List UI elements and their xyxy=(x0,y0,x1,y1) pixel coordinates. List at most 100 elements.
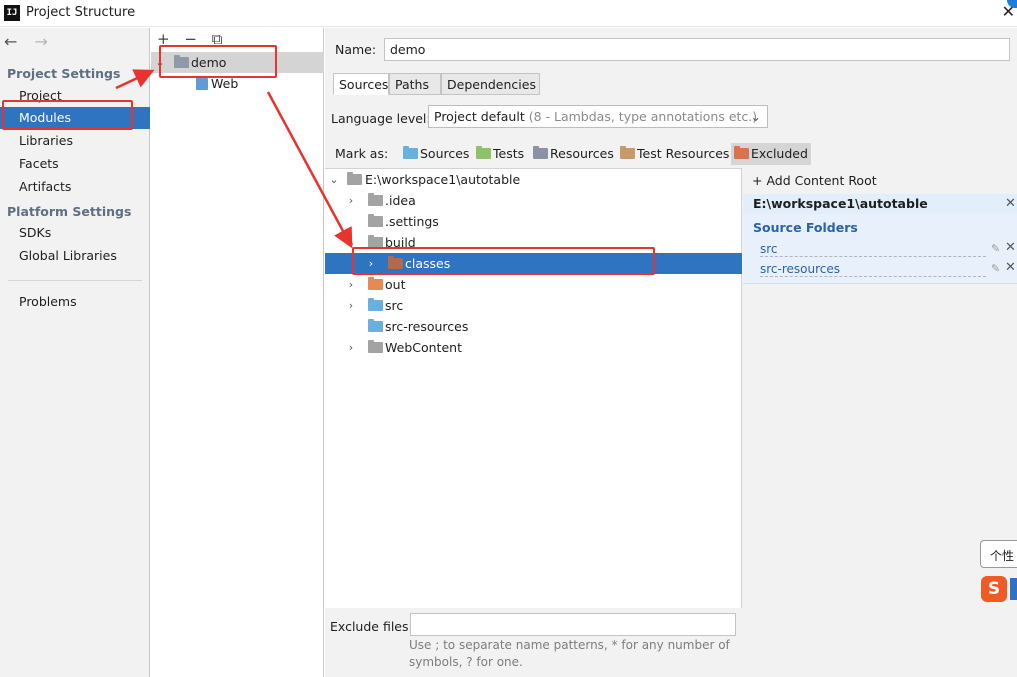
module-settings-panel: Name: demo Sources Paths Dependencies La… xyxy=(325,28,1017,677)
add-module-button[interactable]: + xyxy=(157,30,170,48)
mark-test-resources-button[interactable]: Test Resources xyxy=(617,143,732,165)
mark-tests-label: Tests xyxy=(493,146,525,161)
language-level-label: Language level: xyxy=(331,111,431,126)
tree-row-idea[interactable]: › .idea xyxy=(325,190,742,211)
sources-folder-icon xyxy=(368,298,383,311)
language-level-value: Project default xyxy=(434,109,525,124)
tab-sources[interactable]: Sources xyxy=(333,73,389,95)
back-arrow-icon[interactable]: ← xyxy=(4,32,17,51)
add-content-root-button[interactable]: + Add Content Root xyxy=(752,173,877,188)
mark-tests-button[interactable]: Tests xyxy=(473,143,527,165)
remove-module-button[interactable]: − xyxy=(184,30,197,48)
source-folder-item[interactable]: src-resources xyxy=(760,261,986,277)
excluded-folder-icon xyxy=(368,277,383,290)
tree-label: .settings xyxy=(385,214,439,229)
content-roots-panel: + Add Content Root E:\workspace1\autotab… xyxy=(743,168,1017,608)
folder-icon xyxy=(368,340,383,353)
ime-tooltip: 个性 xyxy=(980,540,1017,568)
chevron-right-icon[interactable]: › xyxy=(345,274,357,295)
mark-excluded-button[interactable]: Excluded xyxy=(731,143,811,165)
tree-row-out[interactable]: › out xyxy=(325,274,742,295)
sidebar-item-global-libraries[interactable]: Global Libraries xyxy=(0,245,150,267)
chevron-right-icon[interactable]: › xyxy=(365,253,377,274)
forward-arrow-icon[interactable]: → xyxy=(35,32,48,51)
content-root-path: E:\workspace1\autotable xyxy=(743,194,1017,214)
tree-row-src[interactable]: › src xyxy=(325,295,742,316)
tree-row-src-resources[interactable]: src-resources xyxy=(325,316,742,337)
mark-sources-button[interactable]: Sources xyxy=(400,143,472,165)
sogou-ime-logo-icon[interactable]: S xyxy=(981,576,1007,602)
mark-sources-label: Sources xyxy=(420,146,470,161)
chevron-down-icon: ⌄ xyxy=(750,109,761,124)
tree-label: out xyxy=(385,277,406,292)
source-folders-title: Source Folders xyxy=(753,220,858,235)
tab-paths[interactable]: Paths xyxy=(389,73,441,95)
folder-icon xyxy=(368,235,383,248)
remove-source-folder-icon[interactable]: ✕ xyxy=(1005,260,1016,275)
tree-label: build xyxy=(385,235,416,250)
facet-item-web[interactable]: Web xyxy=(151,73,324,94)
source-folder-item[interactable]: src xyxy=(760,241,986,257)
tree-row-webcontent[interactable]: › WebContent xyxy=(325,337,742,358)
mark-resources-button[interactable]: Resources xyxy=(530,143,617,165)
module-name-input[interactable]: demo xyxy=(384,38,1010,61)
module-item-demo[interactable]: ⌄ demo xyxy=(151,52,324,73)
sidebar-item-facets[interactable]: Facets xyxy=(0,153,150,175)
tree-row-settings[interactable]: .settings xyxy=(325,211,742,232)
mark-as-label: Mark as: xyxy=(335,146,389,161)
mark-excluded-label: Excluded xyxy=(751,146,808,161)
chevron-down-icon[interactable]: ⌄ xyxy=(328,169,340,190)
tree-row-build[interactable]: ⌄ build xyxy=(325,232,742,253)
module-label: demo xyxy=(191,55,227,70)
tests-folder-icon xyxy=(476,146,491,159)
sidebar-item-project[interactable]: Project xyxy=(0,85,150,107)
language-level-select[interactable]: Project default (8 - Lambdas, type annot… xyxy=(428,105,768,128)
copy-module-button[interactable]: ⧉ xyxy=(212,30,223,48)
history-nav: ← → xyxy=(4,32,60,51)
web-facet-icon xyxy=(196,76,208,90)
chevron-down-icon[interactable]: ⌄ xyxy=(345,232,357,253)
remove-source-folder-icon[interactable]: ✕ xyxy=(1005,240,1016,255)
name-label: Name: xyxy=(335,42,377,57)
edit-pencil-icon[interactable]: ✎ xyxy=(991,242,1000,255)
source-folders-box: Source Folders src ✎ ✕ src-resources ✎ ✕ xyxy=(743,214,1017,284)
edit-pencil-icon[interactable]: ✎ xyxy=(991,262,1000,275)
add-content-root-label: Add Content Root xyxy=(766,173,877,188)
sidebar-item-problems[interactable]: Problems xyxy=(0,291,150,313)
tree-label: WebContent xyxy=(385,340,462,355)
facet-label: Web xyxy=(211,76,239,91)
tree-row-root[interactable]: ⌄ E:\workspace1\autotable xyxy=(325,169,742,190)
module-list-panel: + − ⧉ ⌄ demo Web xyxy=(151,28,324,677)
tree-label: E:\workspace1\autotable xyxy=(365,172,521,187)
sidebar-item-artifacts[interactable]: Artifacts xyxy=(0,176,150,198)
exclude-files-input[interactable] xyxy=(410,613,736,636)
remove-content-root-icon[interactable]: ✕ xyxy=(1005,196,1016,211)
exclude-hint-line: Use ; to separate name patterns, * for a… xyxy=(409,638,730,652)
tab-dependencies[interactable]: Dependencies xyxy=(441,73,540,95)
mark-test-resources-label: Test Resources xyxy=(637,146,730,161)
chevron-right-icon[interactable]: › xyxy=(345,190,357,211)
project-settings-header: Project Settings xyxy=(7,66,121,81)
sources-folder-icon xyxy=(368,319,383,332)
folder-icon xyxy=(368,193,383,206)
chevron-down-icon[interactable]: ⌄ xyxy=(154,52,166,73)
chevron-right-icon[interactable]: › xyxy=(345,295,357,316)
test-resources-folder-icon xyxy=(620,146,635,159)
tree-row-classes[interactable]: › classes xyxy=(325,253,742,274)
sidebar-item-libraries[interactable]: Libraries xyxy=(0,130,150,152)
tree-label: classes xyxy=(405,256,451,271)
ime-toolbar-edge[interactable] xyxy=(1010,578,1017,600)
sidebar-item-sdks[interactable]: SDKs xyxy=(0,222,150,244)
sidebar-divider xyxy=(8,280,142,281)
exclude-hint-line: symbols, ? for one. xyxy=(409,655,523,669)
plus-icon: + xyxy=(752,173,767,188)
sources-folder-icon xyxy=(403,146,418,159)
excluded-folder-icon xyxy=(734,146,749,159)
chevron-right-icon[interactable]: › xyxy=(345,337,357,358)
excluded-folder-icon xyxy=(388,256,403,269)
tree-label: .idea xyxy=(385,193,416,208)
language-level-hint: (8 - Lambdas, type annotations etc.) xyxy=(528,109,758,124)
folder-icon xyxy=(368,214,383,227)
sidebar-item-modules[interactable]: Modules xyxy=(0,107,150,129)
module-toolbar: + − ⧉ xyxy=(157,30,232,48)
